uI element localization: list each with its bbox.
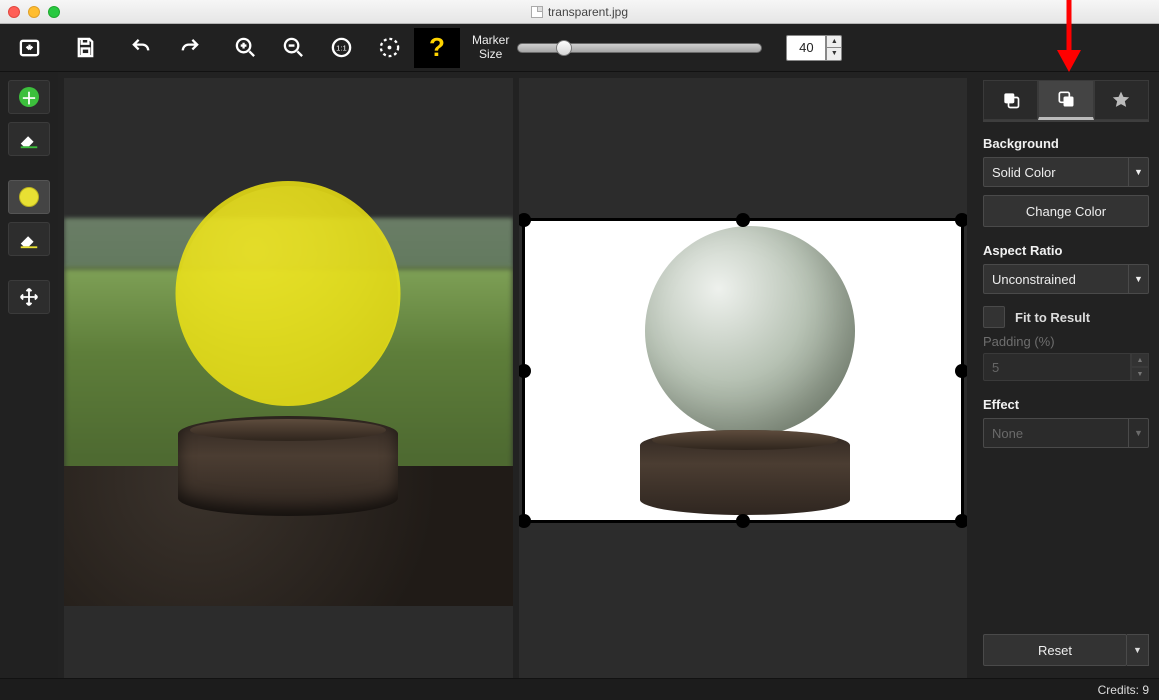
- background-mode-select[interactable]: Solid Color ▼: [983, 157, 1149, 187]
- zoom-in-button[interactable]: [222, 28, 268, 68]
- crop-handle[interactable]: [736, 514, 750, 528]
- window-title-text: transparent.jpg: [548, 5, 628, 19]
- yellow-mask-overlay: [176, 181, 401, 406]
- chevron-down-icon: ▼: [1128, 265, 1148, 293]
- zoom-1to1-icon: 1:1: [330, 36, 353, 59]
- canvas-area: [58, 72, 973, 700]
- zoom-fit-icon: [378, 36, 401, 59]
- right-panel: Background Solid Color ▼ Change Color As…: [973, 72, 1159, 700]
- help-button[interactable]: ?: [414, 28, 460, 68]
- stepper-up-icon: ▲: [1131, 353, 1149, 367]
- folder-download-icon: [18, 36, 41, 59]
- tab-foreground[interactable]: [983, 80, 1038, 120]
- redo-icon: [178, 36, 201, 59]
- background-mode-value: Solid Color: [992, 165, 1056, 180]
- effect-select: None ▼: [983, 418, 1149, 448]
- window-titlebar: transparent.jpg: [0, 0, 1159, 24]
- undo-icon: [130, 36, 153, 59]
- stepper-up-icon[interactable]: ▲: [826, 35, 842, 48]
- eraser-icon: [18, 128, 40, 150]
- stepper-down-icon: ▼: [1131, 367, 1149, 381]
- zoom-fit-button[interactable]: [366, 28, 412, 68]
- document-icon: [531, 6, 543, 18]
- effect-value: None: [992, 426, 1023, 441]
- change-color-button[interactable]: Change Color: [983, 195, 1149, 227]
- padding-field: 5 ▲ ▼: [983, 353, 1149, 381]
- save-button[interactable]: [62, 28, 108, 68]
- zoom-out-button[interactable]: [270, 28, 316, 68]
- crop-handle[interactable]: [736, 213, 750, 227]
- crop-handle[interactable]: [519, 514, 531, 528]
- reset-label: Reset: [1038, 643, 1072, 658]
- aspect-ratio-heading: Aspect Ratio: [983, 243, 1149, 258]
- tab-favorites[interactable]: [1094, 80, 1149, 120]
- move-icon: [19, 287, 39, 307]
- effect-heading: Effect: [983, 397, 1149, 412]
- eraser-icon: [18, 228, 40, 250]
- crop-frame[interactable]: [522, 218, 965, 523]
- window-title: transparent.jpg: [0, 5, 1159, 19]
- save-icon: [74, 36, 97, 59]
- erase-green-tool[interactable]: [8, 122, 50, 156]
- plus-circle-icon: ＋: [19, 87, 39, 107]
- marker-size-value[interactable]: 40: [786, 35, 826, 61]
- star-icon: [1111, 90, 1131, 110]
- background-heading: Background: [983, 136, 1149, 151]
- aspect-ratio-value: Unconstrained: [992, 272, 1076, 287]
- left-tool-strip: ＋: [0, 72, 58, 700]
- padding-label: Padding (%): [983, 334, 1149, 349]
- add-marker-tool[interactable]: ＋: [8, 80, 50, 114]
- panel-tabstrip: [983, 80, 1149, 122]
- slider-thumb[interactable]: [556, 40, 572, 56]
- erase-yellow-tool[interactable]: [8, 222, 50, 256]
- crop-handle[interactable]: [955, 514, 967, 528]
- svg-text:1:1: 1:1: [336, 43, 347, 52]
- yellow-marker-tool[interactable]: [8, 180, 50, 214]
- marker-size-slider[interactable]: [517, 43, 762, 53]
- crop-handle[interactable]: [519, 364, 531, 378]
- fit-to-result-checkbox[interactable]: [983, 306, 1005, 328]
- aspect-ratio-select[interactable]: Unconstrained ▼: [983, 264, 1149, 294]
- stepper-down-icon[interactable]: ▼: [826, 47, 842, 61]
- tab-background[interactable]: [1038, 80, 1093, 120]
- fit-to-result-label: Fit to Result: [1015, 310, 1090, 325]
- status-bar: Credits: 9: [0, 678, 1159, 700]
- zoom-out-icon: [282, 36, 305, 59]
- redo-button[interactable]: [166, 28, 212, 68]
- crop-handle[interactable]: [955, 213, 967, 227]
- padding-value: 5: [983, 353, 1131, 381]
- change-color-label: Change Color: [1026, 204, 1106, 219]
- zoom-actual-button[interactable]: 1:1: [318, 28, 364, 68]
- undo-button[interactable]: [118, 28, 164, 68]
- chevron-down-icon: ▼: [1128, 419, 1148, 447]
- square-front-icon: [1001, 90, 1021, 110]
- marker-size-stepper[interactable]: ▲ ▼: [826, 35, 842, 61]
- yellow-circle-icon: [19, 187, 39, 207]
- square-back-icon: [1056, 89, 1076, 109]
- chevron-down-icon: ▼: [1128, 158, 1148, 186]
- zoom-in-icon: [234, 36, 257, 59]
- marker-size-label: Marker Size: [472, 34, 509, 60]
- workspace: ＋: [0, 72, 1159, 700]
- reset-button[interactable]: Reset: [983, 634, 1127, 666]
- move-tool[interactable]: [8, 280, 50, 314]
- source-image-pane[interactable]: [64, 78, 513, 694]
- top-toolbar: 1:1 ? Marker Size 40 ▲ ▼: [0, 24, 1159, 72]
- credits-label: Credits: 9: [1098, 683, 1149, 697]
- reset-dropdown[interactable]: ▼: [1127, 634, 1149, 666]
- open-image-button[interactable]: [6, 28, 52, 68]
- crop-handle[interactable]: [519, 213, 531, 227]
- crop-handle[interactable]: [955, 364, 967, 378]
- result-image-pane[interactable]: [519, 78, 968, 694]
- padding-stepper: ▲ ▼: [1131, 353, 1149, 381]
